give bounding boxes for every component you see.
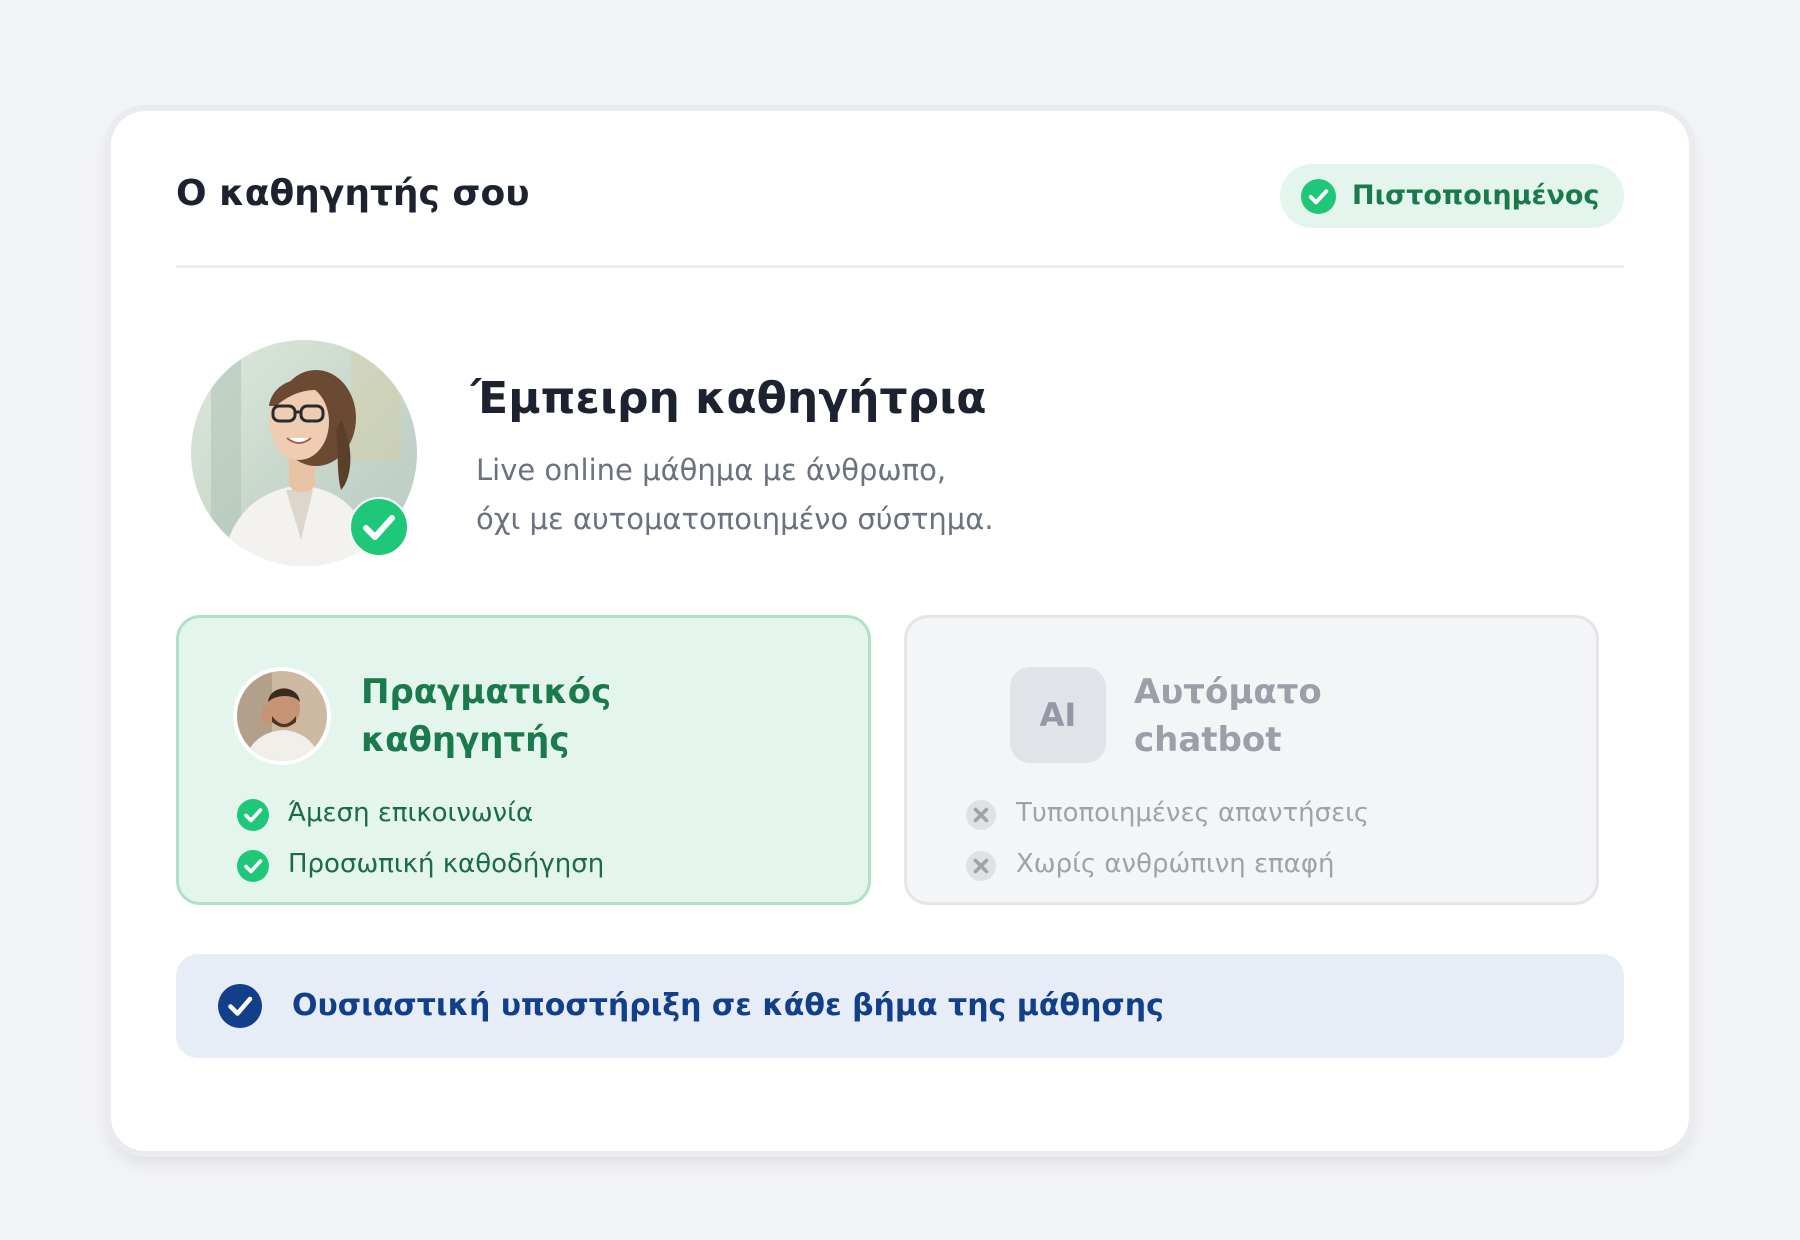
verified-check-icon [349,497,409,557]
card-title: Ο καθηγητής σου [176,173,530,214]
check-circle-icon [218,984,262,1028]
teacher-card: Ο καθηγητής σου Πιστοποιημένος Έμπειρη κ… [111,111,1689,1151]
real-teacher-title: Πραγματικός καθηγητής [361,668,611,764]
subtitle-line: Live online μάθημα με άνθρωπο, [476,453,947,487]
verified-badge: Πιστοποιημένος [1280,164,1624,228]
title-line: Αυτόματο [1134,672,1322,712]
support-label: Ουσιαστική υποστήριξη σε κάθε βήμα της μ… [292,988,1164,1023]
check-circle-icon [237,850,269,882]
ai-icon: AI [1010,667,1106,763]
feature-label: Άμεση επικοινωνία [288,798,534,828]
divider [176,265,1624,268]
title-line: καθηγητής [361,720,570,760]
title-line: Πραγματικός [361,672,612,712]
feature-label: Τυποποιημένες απαντήσεις [1016,798,1370,828]
support-banner: Ουσιαστική υποστήριξη σε κάθε βήμα της μ… [176,954,1624,1058]
real-teacher-panel: Πραγματικός καθηγητής Άμεση επικοινωνία … [176,615,871,905]
badge-label: Πιστοποιημένος [1352,180,1600,211]
subtitle-line: όχι με αυτοματοποιημένο σύστημα. [476,502,994,536]
feature-label: Προσωπική καθοδήγηση [288,849,605,879]
title-line: chatbot [1134,720,1282,760]
feature-label: Χωρίς ανθρώπινη επαφή [1016,849,1335,879]
chatbot-title: Αυτόματο chatbot [1134,668,1322,764]
chatbot-panel: AI Αυτόματο chatbot Τυποποιημένες απαντή… [904,615,1599,905]
teacher-mini-avatar [233,667,331,765]
teacher-title: Έμπειρη καθηγήτρια [471,373,987,424]
teacher-subtitle: Live online μάθημα με άνθρωπο, όχι με αυ… [476,446,994,544]
check-circle-icon [237,799,269,831]
check-circle-icon [1301,179,1336,214]
x-circle-icon [966,800,996,830]
x-circle-icon [966,851,996,881]
